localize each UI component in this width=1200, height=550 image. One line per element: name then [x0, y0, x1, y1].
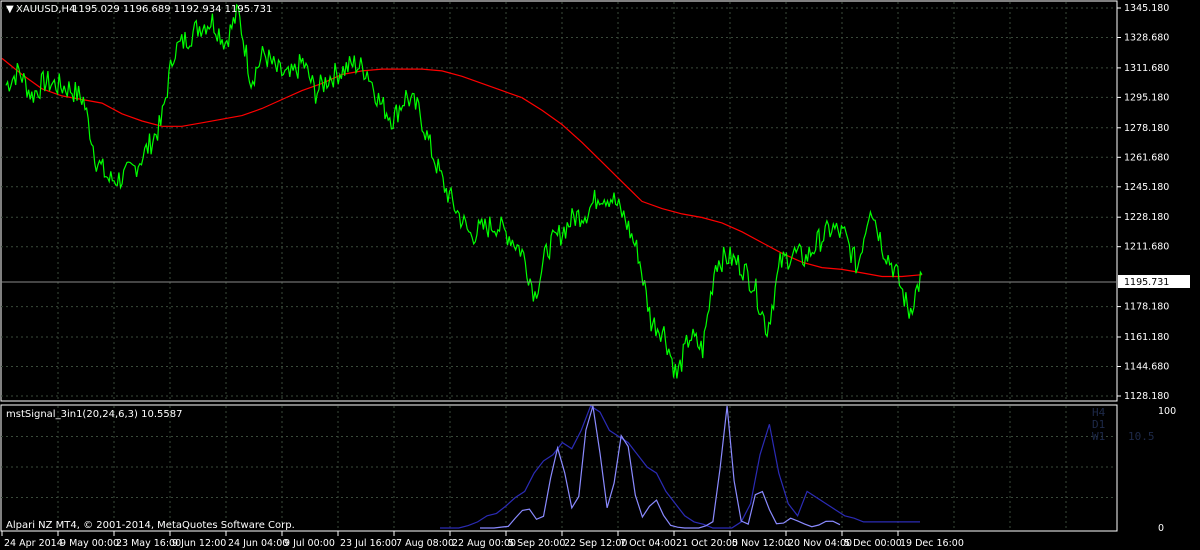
indicator-title: mstSignal_3in1(20,24,6,3) 10.5587: [6, 409, 182, 420]
time-label: 7 Aug 08:00: [396, 538, 454, 549]
time-label: 19 Dec 16:00: [900, 538, 964, 549]
price-tick-label: 1178.180: [1124, 302, 1169, 313]
chart-ohlc: 1195.029 1196.689 1192.934 1195.731: [72, 4, 272, 15]
price-tick-label: 1161.180: [1124, 332, 1169, 343]
price-tick-label: 1261.680: [1124, 152, 1169, 163]
time-label: 7 Oct 04:00: [620, 538, 676, 549]
price-tick-label: 1345.180: [1124, 3, 1169, 14]
price-scale: 1345.180 1328.680 1311.680 1295.180 1278.180…: [1117, 3, 1169, 402]
copyright-text: Alpari NZ MT4, © 2001-2014, MetaQuotes S…: [6, 520, 295, 531]
indicator-scale-top: 100: [1158, 406, 1176, 417]
time-label: 24 Apr 2014: [4, 538, 63, 549]
price-tick-label: 1311.680: [1124, 63, 1169, 74]
time-label: 23 Jul 16:00: [340, 538, 397, 549]
indicator-panel-label: 10.5: [1128, 430, 1155, 443]
indicator-panel-labels: H4D1W1 10.5: [1092, 406, 1155, 443]
price-tick-label: 1144.680: [1124, 361, 1169, 372]
indicator-panel-label: W1: [1092, 430, 1105, 443]
chart-dropdown-icon[interactable]: ▼: [6, 4, 14, 15]
indicator-panel[interactable]: [0, 404, 1118, 532]
time-label: 5 Dec 00:00: [844, 538, 902, 549]
time-label: 22 Aug 00:00: [452, 538, 516, 549]
price-tick-label: 1211.680: [1124, 242, 1169, 253]
time-axis: 24 Apr 20149 May 00:0023 May 16:009 Jun …: [1, 531, 964, 549]
time-label: 20 Nov 04:00: [788, 538, 852, 549]
time-label: 5 Nov 12:00: [732, 538, 790, 549]
price-tick-label: 1295.180: [1124, 92, 1169, 103]
time-label: 9 Jun 12:00: [172, 538, 226, 549]
price-tick-label: 1328.680: [1124, 33, 1169, 44]
time-label: 9 Jul 00:00: [284, 538, 335, 549]
indicator-scale-bottom: 0: [1158, 523, 1164, 534]
time-label: 21 Oct 20:00: [676, 538, 738, 549]
chart-symbol: XAUUSD,H4: [16, 4, 75, 15]
price-tick-label: 1228.180: [1124, 212, 1169, 223]
price-tick-label: 1245.180: [1124, 182, 1169, 193]
trading-chart[interactable]: ▼ XAUUSD,H4 1195.029 1196.689 1192.934 1…: [0, 0, 1200, 550]
main-chart-panel[interactable]: [0, 0, 1118, 402]
price-tick-label: 1278.180: [1124, 123, 1169, 134]
time-label: 24 Jun 04:00: [228, 538, 288, 549]
current-price-label: 1195.731: [1124, 277, 1169, 288]
time-label: 5 Sep 20:00: [508, 538, 565, 549]
price-tick-label: 1128.180: [1124, 391, 1169, 402]
time-label: 9 May 00:00: [60, 538, 119, 549]
time-label: 22 Sep 12:00: [564, 538, 627, 549]
